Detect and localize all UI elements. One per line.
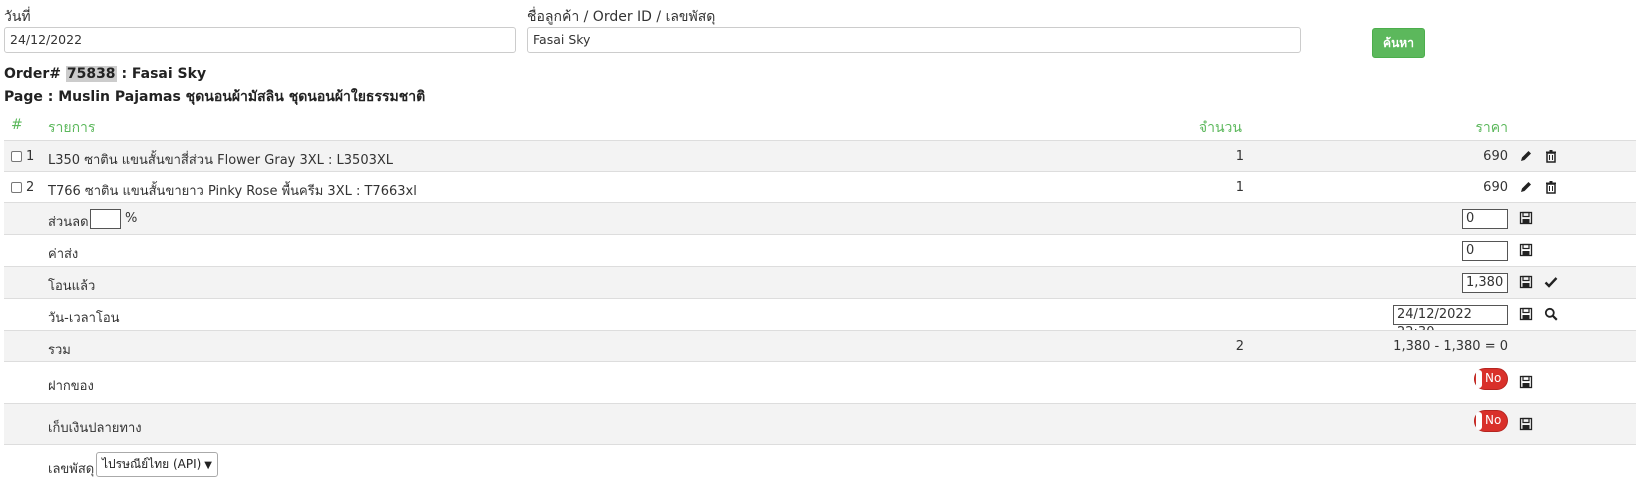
total-formula: 1,380 - 1,380 = 0 bbox=[1393, 339, 1508, 354]
shipping-label: ค่าส่ง bbox=[48, 247, 79, 262]
carrier-select-value: ไปรษณีย์ไทย (API) bbox=[102, 457, 202, 471]
save-icon[interactable] bbox=[1519, 243, 1533, 257]
date-label: วันที่ bbox=[4, 9, 31, 25]
search-icon[interactable] bbox=[1544, 307, 1558, 321]
row-index: 2 bbox=[26, 180, 35, 195]
transferred-row: โอนแล้ว 1,380 bbox=[4, 266, 1636, 298]
transfer-time-row: วัน-เวลาโอน 24/12/2022 22:30 bbox=[4, 298, 1636, 340]
toggle-knob bbox=[1476, 370, 1482, 388]
transferred-input[interactable]: 1,380 bbox=[1462, 273, 1508, 293]
column-header-price: ราคา bbox=[1475, 120, 1508, 136]
order-page: Page : Muslin Pajamas ชุดนอนผ้ามัสลิน ชุ… bbox=[4, 89, 426, 105]
trash-icon[interactable] bbox=[1544, 180, 1558, 194]
save-icon[interactable] bbox=[1519, 211, 1533, 225]
total-qty: 2 bbox=[1235, 339, 1244, 354]
column-header-item: รายการ bbox=[48, 120, 96, 136]
deposit-toggle[interactable]: No bbox=[1474, 368, 1508, 390]
tracking-label: เลขพัสดุ bbox=[48, 462, 95, 477]
item-name: L350 ซาติน แขนสั้นขาสี่ส่วน Flower Gray … bbox=[48, 153, 394, 168]
deposit-label: ฝากของ bbox=[48, 379, 94, 394]
transferred-label: โอนแล้ว bbox=[48, 279, 96, 294]
chevron-down-icon: ▼ bbox=[204, 460, 212, 471]
trash-icon[interactable] bbox=[1544, 149, 1558, 163]
deposit-toggle-text: No bbox=[1485, 371, 1502, 385]
pencil-icon[interactable] bbox=[1519, 149, 1533, 163]
cod-toggle-text: No bbox=[1485, 413, 1502, 427]
save-icon[interactable] bbox=[1519, 307, 1533, 321]
row-checkbox[interactable] bbox=[11, 182, 22, 193]
carrier-select[interactable]: ไปรษณีย์ไทย (API) ▼ bbox=[96, 452, 218, 477]
total-row: รวม 2 1,380 - 1,380 = 0 bbox=[4, 330, 1636, 361]
discount-input[interactable]: 0 bbox=[1462, 209, 1508, 229]
transfer-time-label: วัน-เวลาโอน bbox=[48, 311, 120, 326]
discount-percent-input[interactable] bbox=[90, 209, 121, 229]
item-qty: 1 bbox=[1235, 149, 1244, 164]
order-customer: : Fasai Sky bbox=[121, 66, 207, 82]
item-price: 690 bbox=[1483, 180, 1508, 195]
order-title: Order# 75838 : Fasai Sky bbox=[4, 66, 206, 82]
toggle-knob bbox=[1476, 412, 1482, 430]
cod-row: เก็บเงินปลายทาง No bbox=[4, 403, 1636, 445]
order-prefix: Order# bbox=[4, 66, 61, 82]
cod-toggle[interactable]: No bbox=[1474, 410, 1508, 432]
check-icon[interactable] bbox=[1544, 275, 1558, 289]
transfer-time-input[interactable]: 24/12/2022 22:30 bbox=[1393, 305, 1508, 340]
shipping-row: ค่าส่ง 0 bbox=[4, 234, 1636, 266]
save-icon[interactable] bbox=[1519, 275, 1533, 289]
pencil-icon[interactable] bbox=[1519, 180, 1533, 194]
column-header-index: # bbox=[11, 117, 23, 133]
table-row: 1 L350 ซาติน แขนสั้นขาสี่ส่วน Flower Gra… bbox=[4, 140, 1636, 171]
discount-label: ส่วนลด bbox=[48, 215, 89, 230]
cod-label: เก็บเงินปลายทาง bbox=[48, 421, 142, 436]
save-icon[interactable] bbox=[1519, 417, 1533, 431]
row-index: 1 bbox=[26, 149, 35, 164]
order-id: 75838 bbox=[65, 66, 117, 82]
item-name: T766 ซาติน แขนสั้นขายาว Pinky Rose พื้นค… bbox=[48, 184, 417, 199]
save-icon[interactable] bbox=[1519, 375, 1533, 389]
item-price: 690 bbox=[1483, 149, 1508, 164]
table-row: 2 T766 ซาติน แขนสั้นขายาว Pinky Rose พื้… bbox=[4, 171, 1636, 202]
date-input[interactable]: 24/12/2022 bbox=[4, 27, 516, 53]
search-button[interactable]: ค้นหา bbox=[1372, 28, 1425, 58]
discount-row: ส่วนลด % 0 bbox=[4, 202, 1636, 234]
shipping-input[interactable]: 0 bbox=[1462, 241, 1508, 261]
customer-search-label: ชื่อลูกค้า / Order ID / เลขพัสดุ bbox=[527, 9, 716, 25]
column-header-qty: จำนวน bbox=[1198, 120, 1242, 136]
row-checkbox[interactable] bbox=[11, 151, 22, 162]
percent-sign: % bbox=[125, 211, 138, 226]
deposit-row: ฝากของ No bbox=[4, 361, 1636, 403]
customer-search-input[interactable]: Fasai Sky bbox=[527, 27, 1301, 53]
total-label: รวม bbox=[48, 343, 71, 358]
item-qty: 1 bbox=[1235, 180, 1244, 195]
